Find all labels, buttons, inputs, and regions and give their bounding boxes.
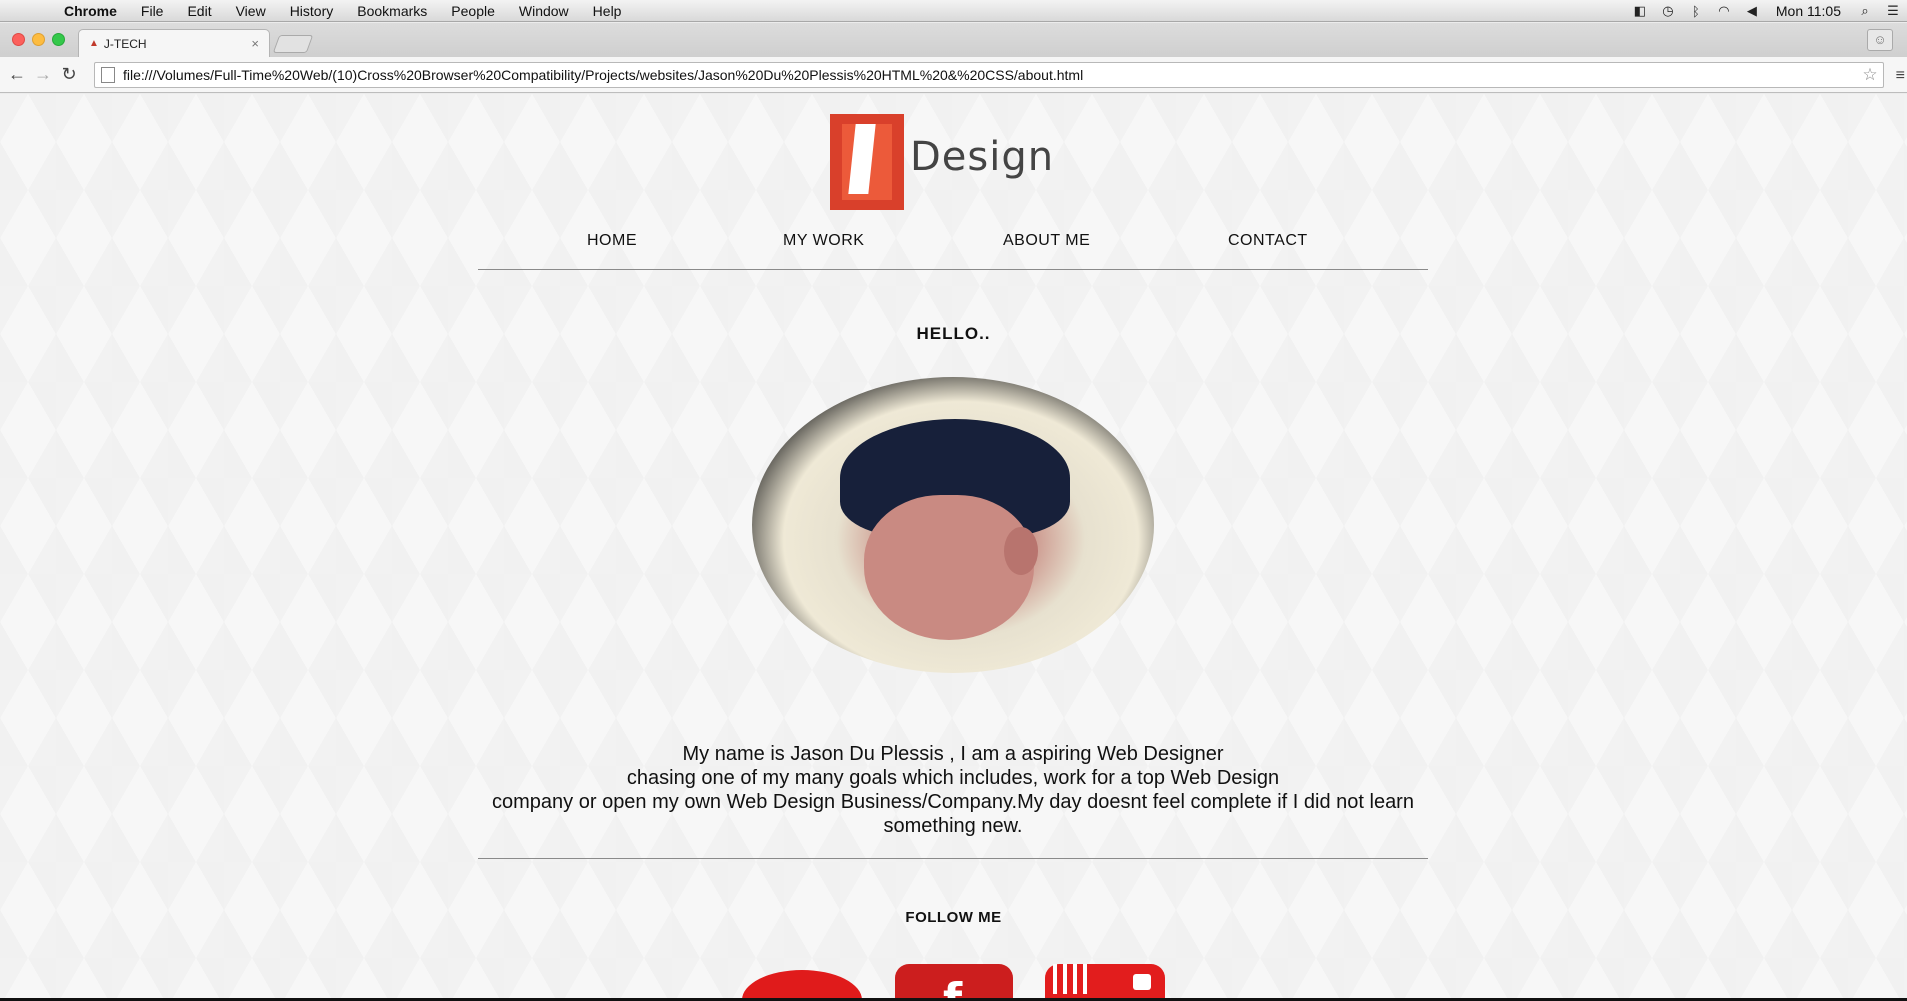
window-zoom-button[interactable] <box>52 33 65 46</box>
menu-window[interactable]: Window <box>507 3 581 19</box>
instagram-lens <box>1133 974 1151 990</box>
facebook-letter: f <box>943 974 963 1000</box>
menu-history[interactable]: History <box>278 3 346 19</box>
page-heading: HELLO.. <box>916 324 991 343</box>
nav-about-me[interactable]: ABOUT ME <box>1003 232 1090 250</box>
instagram-icon[interactable] <box>1045 964 1165 1000</box>
window-close-button[interactable] <box>12 33 25 46</box>
status-area: ◧ ◷ ᛒ ◠ ◀ Mon 11:05 ⌕ ☰ <box>1626 0 1907 22</box>
new-tab-button[interactable] <box>272 35 314 53</box>
window-minimize-button[interactable] <box>32 33 45 46</box>
facebook-icon[interactable]: f <box>895 964 1013 1000</box>
spotlight-search-icon[interactable]: ⌕ <box>1851 3 1879 19</box>
menu-bookmarks[interactable]: Bookmarks <box>345 3 439 19</box>
follow-heading: FOLLOW ME <box>905 909 1002 926</box>
profile-photo <box>752 377 1154 673</box>
main-navigation: HOME MY WORK ABOUT ME CONTACT <box>478 232 1428 270</box>
reload-icon[interactable]: ↻ <box>56 64 82 85</box>
instagram-stripes <box>1053 964 1093 994</box>
tab-strip: ▲ J-TECH × ☺ <box>0 23 1907 57</box>
site-logo[interactable]: Design <box>830 114 1054 210</box>
menu-edit[interactable]: Edit <box>175 3 223 19</box>
browser-tab[interactable]: ▲ J-TECH × <box>78 29 270 57</box>
nav-my-work[interactable]: MY WORK <box>783 232 864 250</box>
url-text[interactable]: file:///Volumes/Full-Time%20Web/(10)Cros… <box>123 67 1857 83</box>
tab-title: J-TECH <box>103 36 147 51</box>
twitter-icon[interactable] <box>742 964 862 1000</box>
menu-file[interactable]: File <box>129 3 176 19</box>
favicon-icon: ▲ <box>89 38 99 49</box>
clock[interactable]: Mon 11:05 <box>1766 3 1851 19</box>
page-viewport: Design HOME MY WORK ABOUT ME CONTACT HEL… <box>0 94 1907 1000</box>
macos-menubar: Chrome File Edit View History Bookmarks … <box>0 0 1907 22</box>
menu-app-name[interactable]: Chrome <box>52 3 129 19</box>
browser-toolbar: ← → ↻ file:///Volumes/Full-Time%20Web/(1… <box>0 57 1907 93</box>
bluetooth-icon[interactable]: ᛒ <box>1682 4 1710 19</box>
bio-line: company or open my own Web Design Busine… <box>492 791 1414 813</box>
nav-contact[interactable]: CONTACT <box>1228 232 1308 250</box>
bio-paragraph: My name is Jason Du Plessis , I am a asp… <box>478 742 1428 838</box>
menu-help[interactable]: Help <box>581 3 634 19</box>
address-bar[interactable]: file:///Volumes/Full-Time%20Web/(10)Cros… <box>94 62 1884 88</box>
pushpin-icon[interactable]: ◧ <box>1626 3 1654 19</box>
forward-arrow-icon[interactable]: → <box>30 64 56 85</box>
twitter-bird-shape <box>742 970 862 1000</box>
bookmark-star-icon[interactable]: ☆ <box>1857 65 1883 85</box>
nav-home[interactable]: HOME <box>587 232 637 250</box>
photo-ear <box>1004 527 1038 575</box>
tab-close-icon[interactable]: × <box>251 36 259 51</box>
wifi-icon[interactable]: ◠ <box>1710 3 1738 19</box>
bio-line: chasing one of my many goals which inclu… <box>626 767 1280 789</box>
menu-view[interactable]: View <box>224 3 278 19</box>
section-divider <box>478 858 1428 859</box>
time-machine-icon[interactable]: ◷ <box>1654 3 1682 19</box>
page-icon <box>101 67 115 83</box>
profile-icon[interactable]: ☺ <box>1867 29 1893 51</box>
back-arrow-icon[interactable]: ← <box>4 64 30 85</box>
chrome-menu-icon[interactable]: ≡ <box>1896 67 1905 85</box>
menu-people[interactable]: People <box>439 3 507 19</box>
bio-line: My name is Jason Du Plessis , I am a asp… <box>682 743 1224 765</box>
bio-line: something new. <box>883 815 1023 837</box>
notification-center-icon[interactable]: ☰ <box>1879 3 1907 19</box>
logo-j-mark-icon <box>830 114 904 210</box>
volume-icon[interactable]: ◀ <box>1738 3 1766 19</box>
logo-text: Design <box>910 134 1055 180</box>
